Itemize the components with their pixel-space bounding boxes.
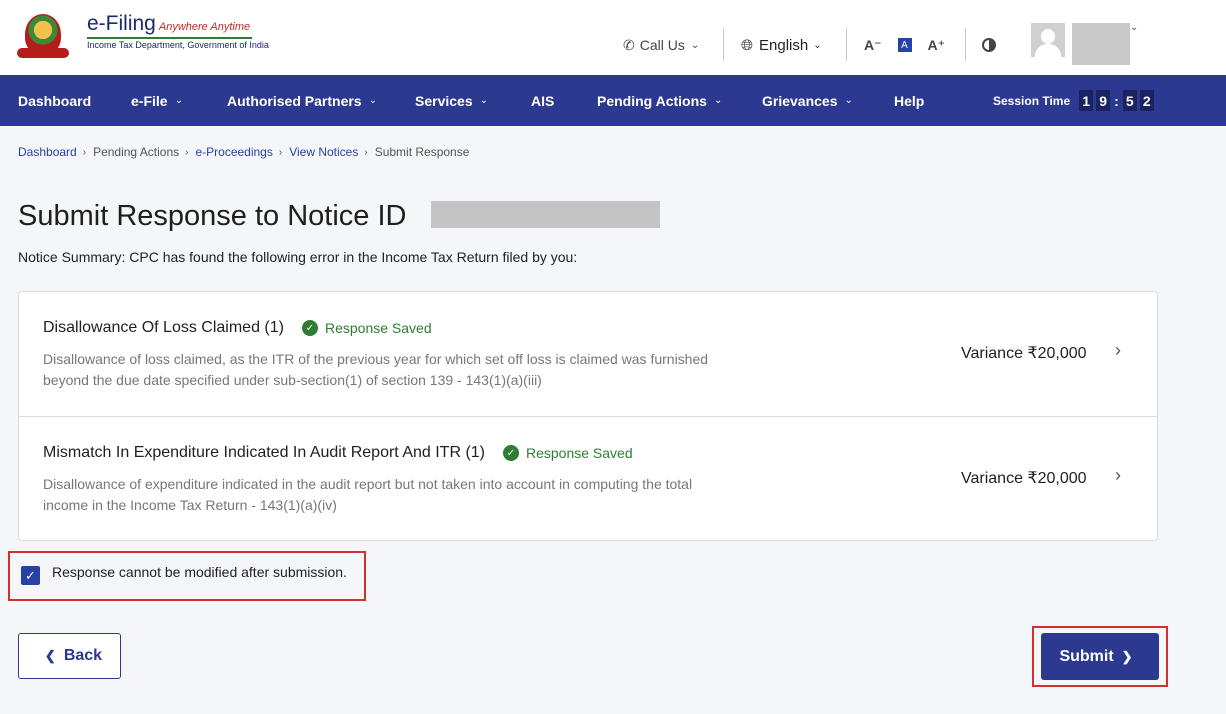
issue-card[interactable]: Mismatch In Expenditure Indicated In Aud… xyxy=(19,416,1157,540)
efiling-logo[interactable]: e-Filing Anywhere Anytime Income Tax Depa… xyxy=(17,12,269,62)
top-header: e-Filing Anywhere Anytime Income Tax Depa… xyxy=(0,0,1226,75)
nav-efile[interactable]: e-File ⌄ xyxy=(131,75,183,126)
issue-card[interactable]: Disallowance Of Loss Claimed (1) ✓ Respo… xyxy=(19,292,1157,416)
chevron-down-icon: ⌄ xyxy=(174,95,183,106)
chevron-right-icon: › xyxy=(364,146,368,158)
language-dropdown[interactable]: 🌐︎ English ⌄ xyxy=(741,28,822,62)
page-title: Submit Response to Notice ID xyxy=(18,200,407,232)
logo-subtitle: Income Tax Department, Government of Ind… xyxy=(87,40,269,50)
session-timer: Session Time 1 9 : 5 2 xyxy=(993,75,1154,126)
chevron-left-icon: ❮ xyxy=(44,648,56,663)
issue-description: Disallowance of expenditure indicated in… xyxy=(43,476,693,513)
issue-list: Disallowance Of Loss Claimed (1) ✓ Respo… xyxy=(18,291,1158,541)
username-redacted[interactable] xyxy=(1072,23,1130,65)
session-digit: 1 xyxy=(1079,90,1094,111)
chevron-right-icon: › xyxy=(185,146,189,158)
breadcrumb-dashboard[interactable]: Dashboard xyxy=(18,145,77,159)
chevron-right-icon: ❯ xyxy=(1121,648,1133,664)
contrast-icon xyxy=(982,38,996,52)
breadcrumb-view-notices[interactable]: View Notices xyxy=(289,145,358,159)
chevron-down-icon[interactable]: ⌄ xyxy=(1130,22,1138,33)
acknowledgement-highlight: ✓ Response cannot be modified after subm… xyxy=(8,551,366,601)
chevron-right-icon: › xyxy=(82,146,87,158)
session-digit: 9 xyxy=(1096,90,1111,111)
check-circle-icon: ✓ xyxy=(503,445,519,461)
chevron-down-icon: ⌄ xyxy=(479,95,488,106)
logo-tagline: Anywhere Anytime xyxy=(158,21,251,33)
status-badge: ✓ Response Saved xyxy=(301,320,432,336)
divider xyxy=(723,28,724,61)
acknowledgement-checkbox[interactable]: ✓ xyxy=(21,566,40,585)
submit-highlight: Submit ❯ xyxy=(1032,626,1168,687)
issue-title: Mismatch In Expenditure Indicated In Aud… xyxy=(43,444,633,461)
chevron-right-icon[interactable]: › xyxy=(1115,340,1121,361)
check-circle-icon: ✓ xyxy=(301,320,318,336)
breadcrumb: Dashboard › Pending Actions › e-Proceedi… xyxy=(18,145,469,159)
chevron-down-icon: ⌄ xyxy=(844,95,853,106)
notice-summary: Notice Summary: CPC has found the follow… xyxy=(18,249,578,265)
breadcrumb-submit-response: Submit Response xyxy=(374,145,470,159)
font-size-controls: A⁻ A A⁺ xyxy=(864,28,945,62)
chevron-down-icon: ⌄ xyxy=(690,39,700,51)
nav-help[interactable]: Help xyxy=(894,75,924,126)
main-nav: Dashboard e-File ⌄ Authorised Partners ⌄ S… xyxy=(0,75,1226,126)
divider xyxy=(846,28,847,61)
issue-description: Disallowance of loss claimed, as the ITR… xyxy=(43,351,709,388)
phone-icon: ✆ xyxy=(623,36,635,53)
variance-amount: Variance ₹20,000 xyxy=(961,345,1087,362)
back-button[interactable]: ❮ Back xyxy=(18,633,121,679)
nav-ais[interactable]: AIS xyxy=(531,75,554,126)
nav-pending-actions[interactable]: Pending Actions ⌄ xyxy=(597,75,722,126)
session-colon: : xyxy=(1114,92,1119,109)
acknowledgement-label[interactable]: Response cannot be modified after submis… xyxy=(52,564,347,580)
breadcrumb-pending-actions: Pending Actions xyxy=(93,145,180,159)
session-digit: 2 xyxy=(1139,90,1154,111)
avatar[interactable] xyxy=(1031,23,1065,57)
issue-title: Disallowance Of Loss Claimed (1) ✓ Respo… xyxy=(43,319,432,336)
font-decrease-button[interactable]: A⁻ xyxy=(864,37,882,54)
chevron-down-icon: ⌄ xyxy=(713,95,723,106)
nav-dashboard[interactable]: Dashboard xyxy=(18,75,91,126)
nav-services[interactable]: Services ⌄ xyxy=(415,75,488,126)
font-default-button[interactable]: A xyxy=(897,38,912,52)
breadcrumb-e-proceedings[interactable]: e-Proceedings xyxy=(195,145,272,159)
variance-amount: Variance ₹20,000 xyxy=(961,470,1087,487)
emblem-icon xyxy=(17,12,83,62)
globe-icon: 🌐︎ xyxy=(741,36,754,54)
chevron-right-icon[interactable]: › xyxy=(1115,465,1121,486)
contrast-toggle[interactable] xyxy=(982,28,996,62)
notice-id-redacted xyxy=(431,201,660,228)
nav-authorised-partners[interactable]: Authorised Partners ⌄ xyxy=(227,75,377,126)
submit-button[interactable]: Submit ❯ xyxy=(1041,633,1159,680)
chevron-right-icon: › xyxy=(278,146,283,158)
chevron-down-icon: ⌄ xyxy=(368,95,377,106)
font-increase-button[interactable]: A⁺ xyxy=(928,37,946,54)
chevron-down-icon: ⌄ xyxy=(813,39,822,51)
nav-grievances[interactable]: Grievances ⌄ xyxy=(762,75,853,126)
status-badge: ✓ Response Saved xyxy=(503,445,633,461)
logo-title: e-Filing Anywhere Anytime xyxy=(87,12,251,35)
call-us-dropdown[interactable]: ✆ Call Us ⌄ xyxy=(623,28,699,62)
session-digit: 5 xyxy=(1122,90,1137,111)
divider xyxy=(965,28,966,61)
